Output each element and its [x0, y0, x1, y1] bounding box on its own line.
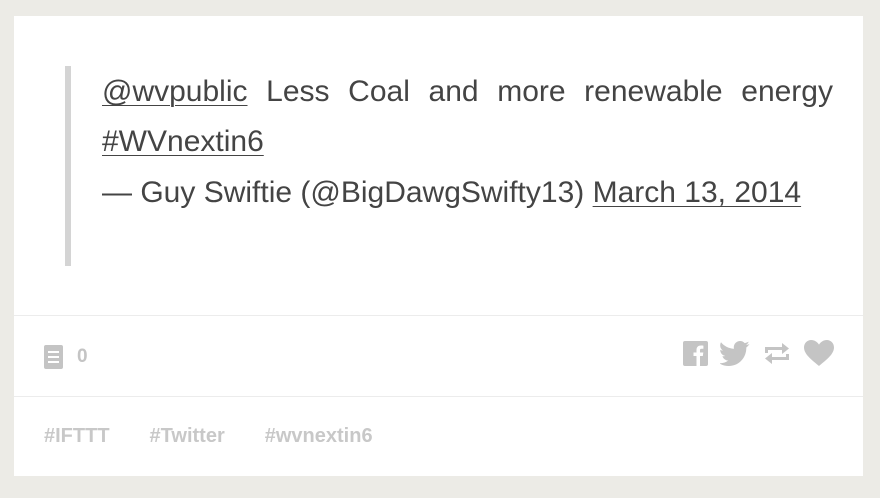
attribution-text: — Guy Swiftie (@BigDawgSwifty13) — [102, 176, 585, 209]
tag-link[interactable]: #wvnextin6 — [265, 425, 373, 448]
tag-link[interactable]: #Twitter — [150, 425, 225, 448]
hashtag-link[interactable]: #WVnextin6 — [102, 125, 264, 158]
tweet-body: Less Coal and more renewable energy — [266, 75, 833, 108]
divider-bottom — [14, 396, 863, 397]
post-card: @wvpublic Less Coal and more renewable e… — [14, 16, 863, 476]
twitter-icon[interactable] — [720, 340, 750, 366]
facebook-icon[interactable] — [683, 340, 708, 366]
notes-icon — [44, 345, 63, 369]
tweet-attribution: — Guy Swiftie (@BigDawgSwifty13) March 1… — [102, 167, 833, 218]
notes[interactable]: 0 — [44, 344, 88, 370]
tweet-text: @wvpublic Less Coal and more renewable e… — [102, 66, 833, 167]
notes-count: 0 — [77, 346, 88, 367]
post-actions — [683, 340, 834, 366]
mention-link[interactable]: @wvpublic — [102, 75, 248, 108]
reblog-icon[interactable] — [762, 341, 792, 366]
tweet-quote: @wvpublic Less Coal and more renewable e… — [65, 66, 833, 266]
tag-list: #IFTTT #Twitter #wvnextin6 — [44, 425, 413, 448]
divider-top — [14, 315, 863, 316]
tweet-date-link[interactable]: March 13, 2014 — [593, 176, 801, 209]
heart-icon[interactable] — [804, 340, 834, 366]
tag-link[interactable]: #IFTTT — [44, 425, 110, 448]
